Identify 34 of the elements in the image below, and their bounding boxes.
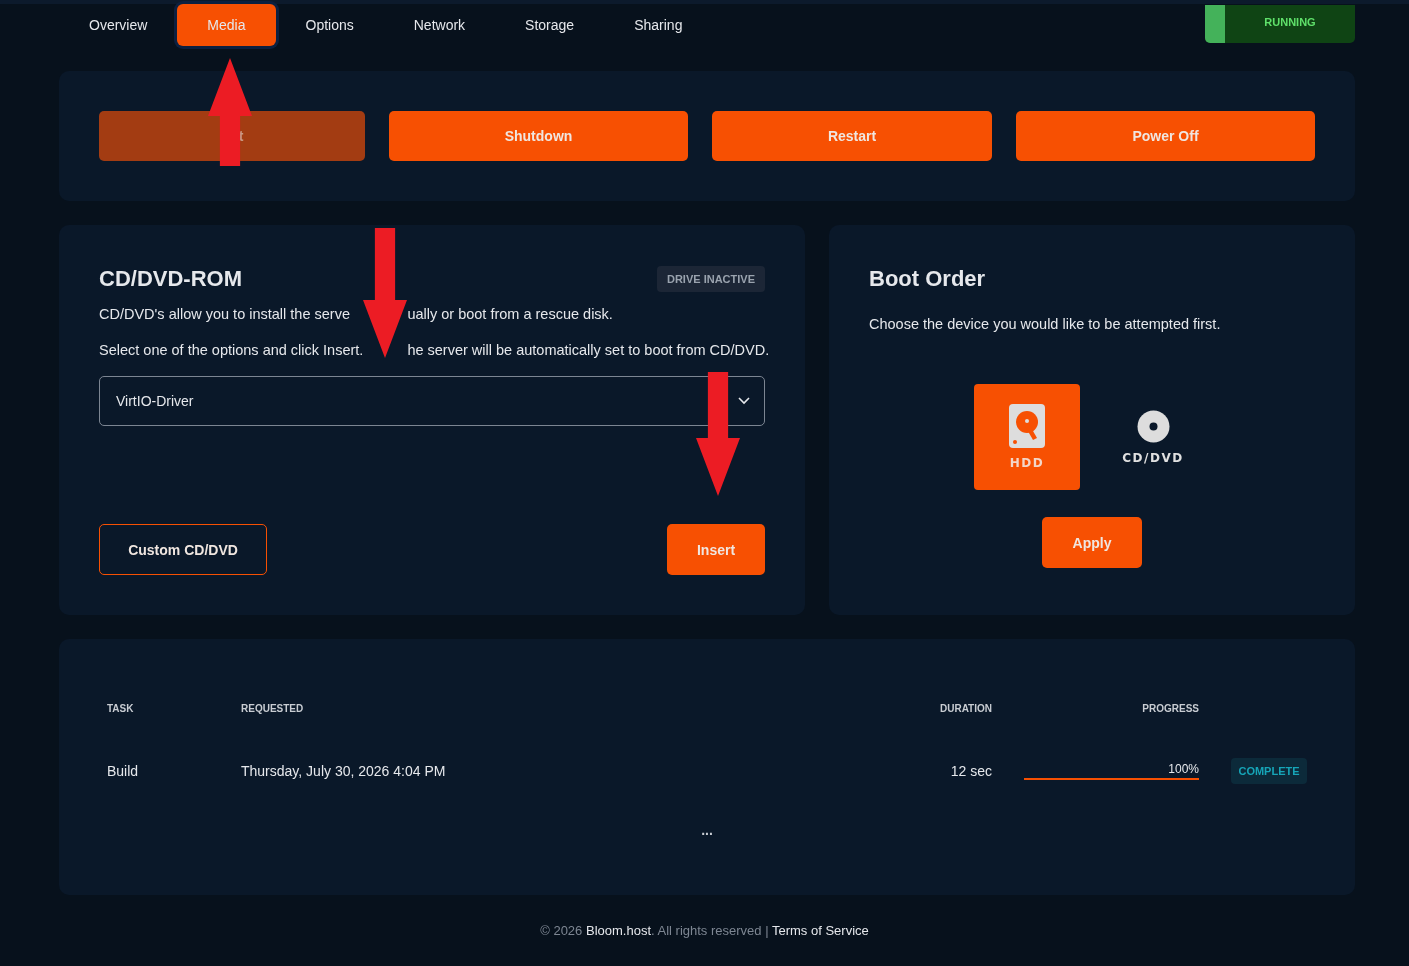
panel-title: Boot Order [869,266,986,292]
status-badge: COMPLETE [1231,758,1307,784]
description-text: CD/DVD's allow you to install the serve [99,306,351,322]
column-header: PROGRESS [1141,703,1199,714]
column-header: TASK [107,703,135,714]
select-value: VirtIO-Driver [116,393,194,409]
nav-tab[interactable]: Network [383,4,496,46]
more-ellipsis[interactable]: ... [107,822,1307,838]
hard-drive-icon [1009,404,1045,448]
description-text: Select one of the options and click Insert. [99,342,364,358]
iso-select[interactable]: VirtIO-Driver [99,376,765,426]
progress-text: 100% [1167,762,1199,776]
disc-icon [1136,409,1170,443]
nav-tab[interactable]: Sharing [604,4,713,46]
nav-tab[interactable]: Storage [495,4,605,46]
custom-cd-button[interactable]: Custom CD/DVD [99,524,267,575]
nav-tab[interactable]: Overview [59,4,178,46]
description-text: he server will be automatically set to boot from CD/DVD. [407,342,770,358]
description-text: Choose the device you would like to be attempted first. [869,316,1222,332]
column-header: DURATION [938,703,992,714]
table-cell-text: 12 sec [949,763,992,779]
status-badge: RUNNING [1205,5,1355,43]
column-header: REQUESTED [241,703,305,714]
table-cell-text: Build [107,763,140,779]
panel-title: CD/DVD-ROM [99,266,242,292]
table-cell-text: Thursday, July 30, 2026 4:04 PM [241,763,447,779]
boot-device-option[interactable]: CD/DVD [1100,384,1206,490]
description-text: ually or boot from a rescue disk. [407,306,614,322]
chevron-down-icon [738,397,750,405]
terms-link[interactable]: Terms of Service [771,923,869,938]
drive-status-badge: DRIVE INACTIVE [657,266,765,292]
brand-link[interactable]: Bloom.host [585,923,651,938]
footer-text: © 2026 Bloom.host. All rights reserved | Terms of Service [539,923,870,938]
nav-tab[interactable]: Options [275,4,384,46]
